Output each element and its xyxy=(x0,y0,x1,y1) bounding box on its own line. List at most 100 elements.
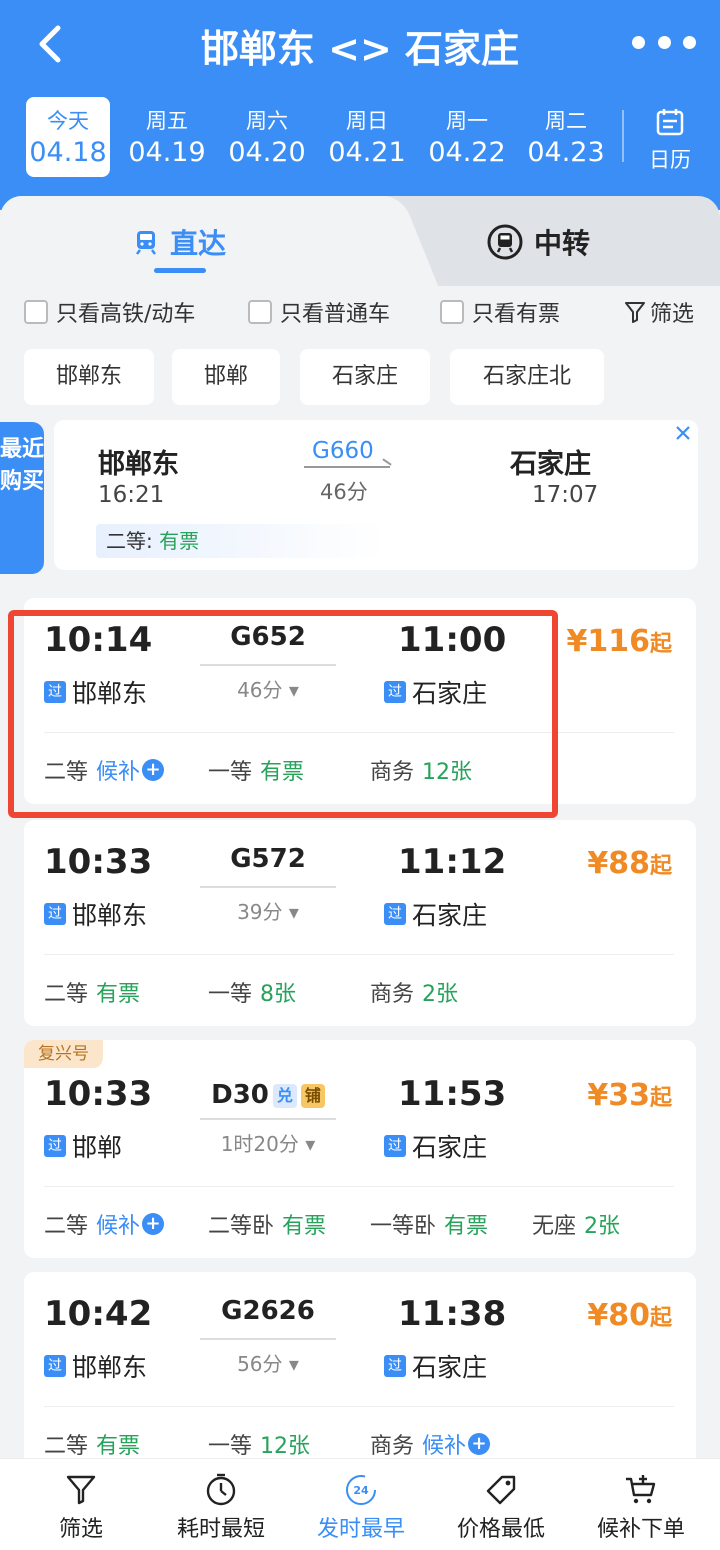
seat-class: 二等: xyxy=(106,529,153,553)
pass-badge: 过 xyxy=(384,1135,406,1157)
arr-time: 11:38 xyxy=(398,1294,507,1334)
seat-status: 有票 xyxy=(260,760,305,785)
bottom-label: 耗时最短 xyxy=(176,1517,265,1542)
sort-price-button[interactable]: 价格最低 xyxy=(436,1473,566,1543)
seat-class: 一等卧 xyxy=(370,1214,437,1239)
from-station: 过邯郸东 xyxy=(44,1348,147,1384)
seat-class: 二等卧 xyxy=(208,1214,275,1239)
station-name: 邯郸 xyxy=(72,1133,123,1162)
waitlist-button[interactable]: 候补 + xyxy=(96,754,165,786)
station-chip[interactable]: 邯郸 xyxy=(172,349,280,405)
divider xyxy=(44,1406,674,1407)
more-icon[interactable] xyxy=(632,36,696,50)
pass-badge: 过 xyxy=(44,1355,66,1377)
station-name: 石家庄 xyxy=(412,679,488,708)
calendar-icon xyxy=(656,109,684,136)
station-chip[interactable]: 石家庄 xyxy=(300,349,430,405)
calendar-button[interactable]: 日历 xyxy=(640,100,700,172)
seat-status: 候补 xyxy=(422,1434,467,1459)
seat-status: 有票 xyxy=(96,982,141,1007)
station-name: 邯郸东 xyxy=(72,901,148,930)
seat-item: 二等 有票 xyxy=(44,976,140,1008)
fuxing-tag: 复兴号 xyxy=(24,1040,103,1068)
seat-item: 二等 候补 + xyxy=(44,754,165,786)
date-tab-today[interactable]: 今天 04.18 xyxy=(26,97,110,177)
date-week: 周六 xyxy=(246,109,288,133)
waitlist-button[interactable]: 候补 + xyxy=(422,1428,491,1460)
close-icon[interactable] xyxy=(670,420,696,446)
date-tab[interactable]: 周一 04.22 xyxy=(425,97,509,177)
seat-item: 商务 12张 xyxy=(370,754,472,786)
duration-text: 56分 xyxy=(237,1352,283,1376)
train-card[interactable]: 10:14 G652 46分 ▾ 11:00 过邯郸东 过石家庄 ¥116起 二… xyxy=(24,598,696,804)
checkbox[interactable] xyxy=(248,300,272,324)
filter-icon xyxy=(66,1475,96,1505)
filter-only-gd[interactable]: 只看高铁/动车 xyxy=(24,296,195,328)
train-card[interactable]: 复兴号 10:33 D30 兑铺 1时20分 ▾ 11:53 过邯郸 过石家庄 ¥… xyxy=(24,1040,696,1258)
24h-icon-text: 24 xyxy=(353,1484,369,1497)
sort-duration-button[interactable]: 耗时最短 xyxy=(156,1473,286,1543)
tab-transfer[interactable]: 中转 xyxy=(486,220,590,264)
checkbox[interactable] xyxy=(440,300,464,324)
station-chip[interactable]: 邯郸东 xyxy=(24,349,154,405)
pass-badge: 过 xyxy=(44,681,66,703)
header: 邯郸东 <> 石家庄 今天 04.18 周五 04.19 周六 04.20 周日… xyxy=(0,0,720,210)
train-number: G572 xyxy=(230,844,306,874)
seat-list: 二等 有票 一等 12张 商务 候补 + xyxy=(44,1428,684,1460)
waitlist-button[interactable]: 候补 + xyxy=(96,1208,165,1240)
seat-item: 二等 有票 xyxy=(44,1428,140,1460)
bottom-label: 发时最早 xyxy=(316,1517,405,1542)
station-name: 石家庄 xyxy=(412,901,488,930)
price-suffix: 起 xyxy=(649,1086,672,1111)
seat-status: 2张 xyxy=(584,1214,621,1239)
filter-button[interactable]: 筛选 xyxy=(624,296,694,328)
seat-class: 商务 xyxy=(370,982,415,1007)
dep-time: 10:14 xyxy=(44,620,153,660)
cart-plus-icon xyxy=(626,1475,656,1504)
checkbox[interactable] xyxy=(24,300,48,324)
bottom-toolbar: 筛选 耗时最短 24 发时最早 价格最低 候补下单 xyxy=(0,1458,720,1550)
seat-status: 有票 xyxy=(159,529,200,553)
recent-to-station: 石家庄 xyxy=(510,449,591,480)
filter-only-normal[interactable]: 只看普通车 xyxy=(248,296,390,328)
price-tag-icon xyxy=(486,1475,516,1505)
duration[interactable]: 56分 ▾ xyxy=(200,1348,336,1377)
date-strip: 今天 04.18 周五 04.19 周六 04.20 周日 04.21 周一 0… xyxy=(24,97,624,177)
currency-symbol: ¥ xyxy=(587,1078,609,1113)
duration[interactable]: 46分 ▾ xyxy=(200,674,336,703)
train-card[interactable]: 10:42 G2626 56分 ▾ 11:38 过邯郸东 过石家庄 ¥80起 二… xyxy=(24,1272,696,1472)
to-station: 过石家庄 xyxy=(384,1128,487,1164)
price-value: 33 xyxy=(608,1078,650,1113)
date-day: 04.23 xyxy=(527,137,605,168)
date-tab[interactable]: 周二 04.23 xyxy=(524,97,608,177)
filter-label: 筛选 xyxy=(649,302,694,327)
date-tab[interactable]: 周六 04.20 xyxy=(225,97,309,177)
route-line xyxy=(200,886,336,888)
recent-seat-info: 二等: 有票 xyxy=(96,524,386,558)
divider xyxy=(44,732,674,733)
seat-class: 无座 xyxy=(532,1214,577,1239)
date-tab[interactable]: 周五 04.19 xyxy=(125,97,209,177)
sort-earliest-button[interactable]: 24 发时最早 xyxy=(296,1473,426,1543)
filter-only-available[interactable]: 只看有票 xyxy=(440,296,560,328)
duration-text: 1时20分 xyxy=(220,1132,299,1156)
date-day: 04.18 xyxy=(29,137,107,168)
duration[interactable]: 39分 ▾ xyxy=(200,896,336,925)
chevron-down-icon: ▾ xyxy=(305,1132,316,1156)
station-chips: 邯郸东 邯郸 石家庄 石家庄北 xyxy=(24,349,704,405)
duration[interactable]: 1时20分 ▾ xyxy=(200,1128,336,1157)
station-chip[interactable]: 石家庄北 xyxy=(450,349,604,405)
date-tab[interactable]: 周日 04.21 xyxy=(325,97,409,177)
train-icon xyxy=(136,231,156,255)
train-card[interactable]: 10:33 G572 39分 ▾ 11:12 过邯郸东 过石家庄 ¥88起 二等… xyxy=(24,820,696,1026)
date-day: 04.20 xyxy=(228,137,306,168)
tab-direct[interactable]: 直达 xyxy=(132,220,226,264)
seat-class: 商务 xyxy=(370,1434,415,1459)
recent-purchase-card[interactable]: 邯郸东 16:21 G660 46分 石家庄 17:07 二等: 有票 xyxy=(54,420,698,570)
pass-badge: 过 xyxy=(44,903,66,925)
seat-status: 12张 xyxy=(260,1434,311,1459)
seat-class: 二等 xyxy=(44,1214,89,1239)
waitlist-order-button[interactable]: 候补下单 xyxy=(576,1473,706,1543)
divider xyxy=(44,954,674,955)
bottom-filter-button[interactable]: 筛选 xyxy=(16,1473,146,1543)
